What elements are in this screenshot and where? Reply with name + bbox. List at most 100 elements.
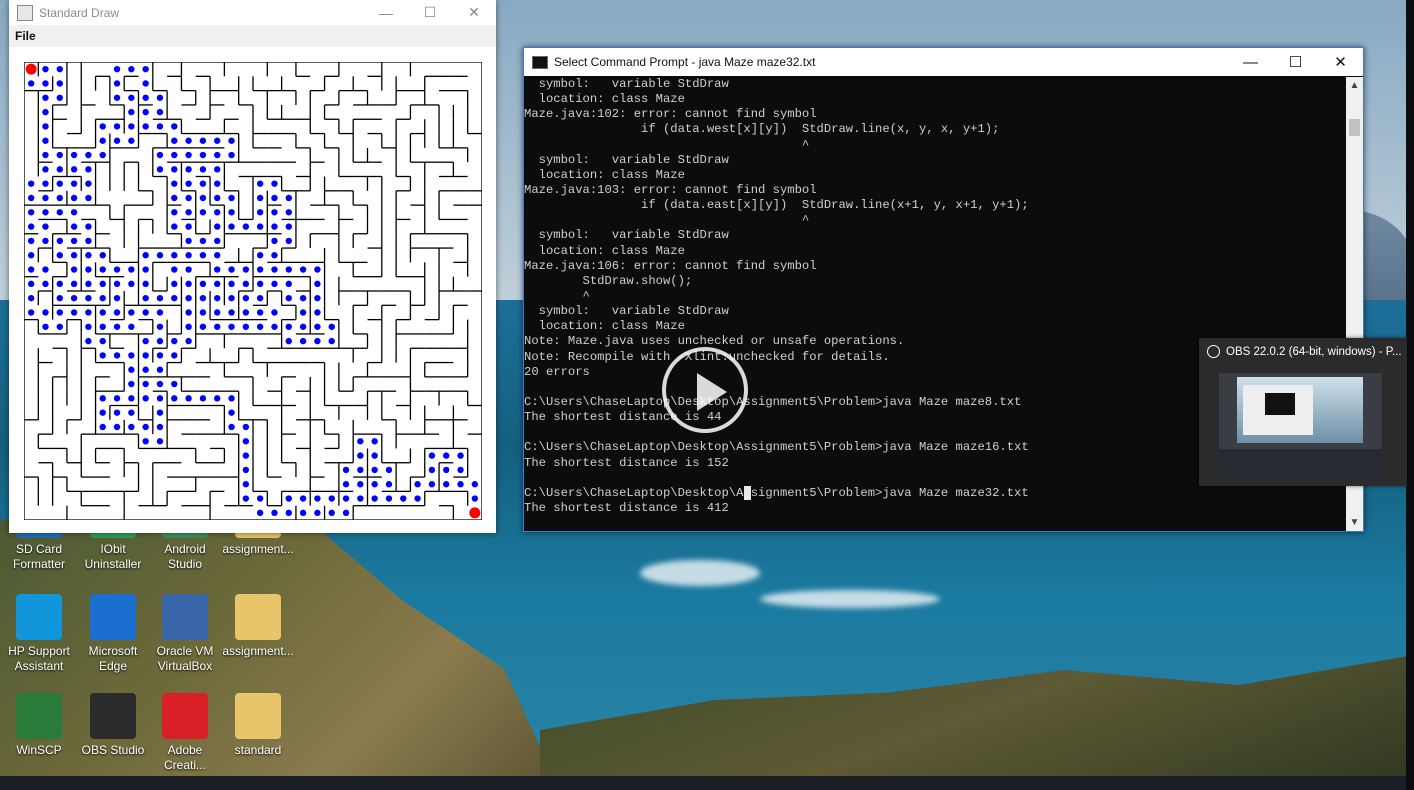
path-dot xyxy=(314,509,321,517)
title-bar[interactable]: Standard Draw — ☐ ✕ xyxy=(9,0,496,25)
path-dot xyxy=(285,223,292,230)
desktop-icon[interactable]: Adobe Creati... xyxy=(148,693,222,773)
path-dot xyxy=(228,409,235,416)
close-icon[interactable]: ✕ xyxy=(1318,53,1363,71)
maximize-icon[interactable]: ☐ xyxy=(408,4,452,21)
path-dot xyxy=(471,495,479,502)
desktop-icon-label: WinSCP xyxy=(16,743,62,757)
wallpaper-foam xyxy=(640,560,760,586)
path-dot xyxy=(214,151,221,159)
scroll-thumb[interactable] xyxy=(1349,119,1360,136)
desktop-icon[interactable]: Microsoft Edge xyxy=(76,594,150,674)
thumbnail-window xyxy=(1265,393,1295,415)
path-dot xyxy=(256,223,264,230)
path-dot xyxy=(142,94,149,101)
desktop-icon[interactable]: WinSCP xyxy=(2,693,76,758)
path-dot xyxy=(185,166,192,173)
window-title: Select Command Prompt - java Maze maze32… xyxy=(554,55,816,69)
path-dot xyxy=(228,137,235,144)
path-dot xyxy=(256,309,264,316)
path-dot xyxy=(328,337,335,345)
path-dot xyxy=(156,94,164,101)
path-dot xyxy=(27,223,35,230)
path-dot xyxy=(142,80,149,87)
path-dot xyxy=(128,395,135,402)
path-dot xyxy=(185,252,192,259)
path-dot xyxy=(199,209,207,216)
scroll-up-icon[interactable]: ▲ xyxy=(1346,77,1363,94)
path-dot xyxy=(142,395,149,402)
path-dot xyxy=(342,466,350,474)
app-icon xyxy=(235,693,281,739)
path-dot xyxy=(113,80,121,87)
path-dot xyxy=(156,252,164,259)
path-dot xyxy=(142,65,149,73)
path-dot xyxy=(242,294,250,302)
path-dot xyxy=(171,194,178,202)
path-dot xyxy=(171,380,178,388)
console-line: C:\Users\ChaseLaptop\Desktop\Assignment5… xyxy=(524,485,1029,500)
path-dot xyxy=(113,137,121,144)
path-dot xyxy=(228,395,235,402)
path-dot xyxy=(428,466,436,474)
path-dot xyxy=(256,209,264,216)
path-dot xyxy=(314,337,321,345)
path-dot xyxy=(113,280,121,288)
path-dot xyxy=(242,309,250,316)
scroll-down-icon[interactable]: ▼ xyxy=(1346,514,1363,531)
path-dot xyxy=(414,481,421,488)
path-dot xyxy=(328,509,335,517)
path-dot xyxy=(185,237,192,245)
desktop-icon-label: Android Studio xyxy=(164,542,206,571)
path-dot xyxy=(171,137,178,144)
path-dot xyxy=(27,209,35,216)
title-bar[interactable]: Select Command Prompt - java Maze maze32… xyxy=(524,48,1363,76)
path-dot xyxy=(85,337,92,345)
path-dot xyxy=(214,180,221,187)
path-dot xyxy=(42,209,49,216)
desktop-icon[interactable]: HP Support Assistant xyxy=(2,594,76,674)
path-dot xyxy=(314,309,321,316)
path-dot xyxy=(299,294,307,302)
minimize-icon[interactable]: — xyxy=(1228,54,1273,71)
path-dot xyxy=(85,266,92,273)
path-dot xyxy=(357,438,364,445)
desktop-icon[interactable]: assignment... xyxy=(221,594,295,659)
path-dot xyxy=(142,309,149,316)
path-dot xyxy=(113,423,121,431)
path-dot xyxy=(70,294,78,302)
endpoint-dot xyxy=(25,63,37,75)
path-dot xyxy=(299,495,307,502)
desktop-icon[interactable]: OBS Studio xyxy=(76,693,150,758)
obs-preview[interactable]: OBS 22.0.2 (64-bit, windows) - P... xyxy=(1199,338,1407,486)
path-dot xyxy=(371,452,378,459)
path-dot xyxy=(156,151,164,159)
desktop-icon[interactable]: standard xyxy=(221,693,295,758)
maximize-icon[interactable]: ☐ xyxy=(1273,53,1318,71)
standard-draw-window[interactable]: Standard Draw — ☐ ✕ File xyxy=(9,0,496,533)
path-dot xyxy=(271,323,278,330)
path-dot xyxy=(228,280,235,288)
menu-file[interactable]: File xyxy=(9,25,496,47)
close-icon[interactable]: ✕ xyxy=(452,4,496,21)
path-dot xyxy=(185,151,192,159)
desktop-icon-label: OBS Studio xyxy=(81,743,145,757)
console-line: Maze.java:106: error: cannot find symbol xyxy=(524,258,817,273)
maze-canvas[interactable] xyxy=(24,62,482,520)
path-dot xyxy=(271,266,278,273)
path-dot xyxy=(242,266,250,273)
path-dot xyxy=(42,94,49,101)
path-dot xyxy=(285,266,292,273)
desktop-icon[interactable]: Oracle VM VirtualBox xyxy=(148,594,222,674)
app-icon xyxy=(90,693,136,739)
path-dot xyxy=(128,380,135,388)
path-dot xyxy=(85,252,92,259)
minimize-icon[interactable]: — xyxy=(364,5,408,21)
path-dot xyxy=(228,294,235,302)
path-dot xyxy=(128,366,135,373)
path-dot xyxy=(171,280,178,288)
path-dot xyxy=(199,180,207,187)
play-icon[interactable] xyxy=(662,347,748,433)
path-dot xyxy=(171,166,178,173)
path-dot xyxy=(357,481,364,488)
